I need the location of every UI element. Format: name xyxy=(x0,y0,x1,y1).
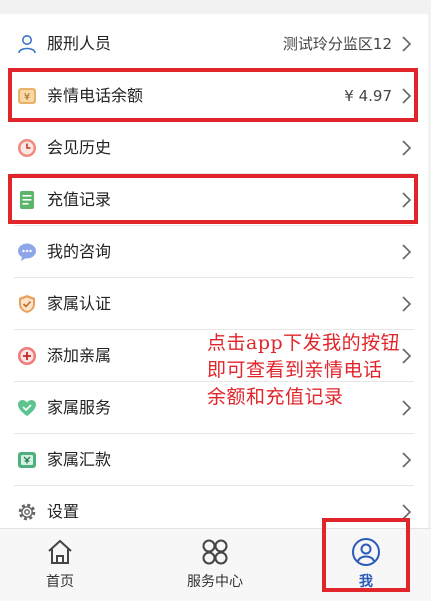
menu-item-balance[interactable]: ¥ 亲情电话余额 ¥ 4.97 xyxy=(0,70,428,122)
chevron-right-icon xyxy=(402,36,412,52)
home-icon xyxy=(48,539,72,564)
remittance-icon xyxy=(18,452,36,468)
yen-wallet-icon: ¥ xyxy=(18,88,36,104)
chevron-right-icon xyxy=(402,452,412,468)
tab-home[interactable]: 首页 xyxy=(0,529,120,601)
profile-icon xyxy=(352,538,380,566)
menu-item-label: 亲情电话余额 xyxy=(47,86,144,105)
menu-item-label: 服刑人员 xyxy=(47,34,112,53)
chevron-right-icon xyxy=(402,88,412,104)
chevron-right-icon xyxy=(402,244,412,260)
chevron-right-icon xyxy=(402,296,412,312)
menu-item-label: 充值记录 xyxy=(47,190,112,209)
menu-item-family-auth[interactable]: 家属认证 xyxy=(0,278,428,330)
heart-icon xyxy=(18,400,36,416)
menu-item-recharge-records[interactable]: 充值记录 xyxy=(0,174,428,226)
menu-item-label: 会见历史 xyxy=(47,138,112,157)
grid-icon xyxy=(202,539,228,565)
tab-me[interactable]: 我 xyxy=(306,529,426,601)
menu-item-label: 设置 xyxy=(47,502,80,521)
menu-item-label: 家属汇款 xyxy=(47,450,112,469)
clock-icon xyxy=(18,139,36,157)
menu-item-label: 家属认证 xyxy=(47,294,112,313)
plus-circle-icon xyxy=(18,347,36,365)
chevron-right-icon xyxy=(402,140,412,156)
annotation-line: 即可查看到亲情电话 xyxy=(207,359,383,381)
person-icon xyxy=(18,35,36,54)
menu-list: 服刑人员 测试玲分监区12 ¥ 亲情电话余额 ¥ 4.97 会见历史 充值记录 … xyxy=(0,14,428,528)
chevron-right-icon xyxy=(402,504,412,520)
annotation-line: 点击app下发我的按钮 xyxy=(207,332,401,354)
menu-item-value: 测试玲分监区12 xyxy=(282,35,392,53)
menu-item-family-remit[interactable]: 家属汇款 xyxy=(0,434,428,486)
menu-item-prisoner[interactable]: 服刑人员 测试玲分监区12 xyxy=(0,18,428,70)
annotation-line: 余额和充值记录 xyxy=(207,386,344,408)
gear-icon xyxy=(18,503,36,521)
instruction-annotation: 点击app下发我的按钮 即可查看到亲情电话 余额和充值记录 xyxy=(207,330,431,411)
shield-icon xyxy=(19,295,35,313)
chat-bubble-icon xyxy=(18,243,36,261)
tab-label: 我 xyxy=(359,574,373,590)
tab-label: 首页 xyxy=(46,574,74,590)
menu-item-label: 添加亲属 xyxy=(47,346,112,365)
menu-item-label: 家属服务 xyxy=(47,398,112,417)
tab-label: 服务中心 xyxy=(187,574,243,590)
menu-item-visit-history[interactable]: 会见历史 xyxy=(0,122,428,174)
bottom-tab-bar: 首页 服务中心 我 xyxy=(0,528,431,601)
menu-item-settings[interactable]: 设置 xyxy=(0,486,428,528)
menu-item-my-consult[interactable]: 我的咨询 xyxy=(0,226,428,278)
svg-text:¥: ¥ xyxy=(24,92,30,103)
chevron-right-icon xyxy=(402,192,412,208)
tab-service-center[interactable]: 服务中心 xyxy=(155,529,275,601)
profile-page: 服刑人员 测试玲分监区12 ¥ 亲情电话余额 ¥ 4.97 会见历史 充值记录 … xyxy=(0,0,431,601)
document-icon xyxy=(20,191,34,209)
menu-item-label: 我的咨询 xyxy=(47,242,112,261)
balance-value: ¥ 4.97 xyxy=(344,87,392,105)
